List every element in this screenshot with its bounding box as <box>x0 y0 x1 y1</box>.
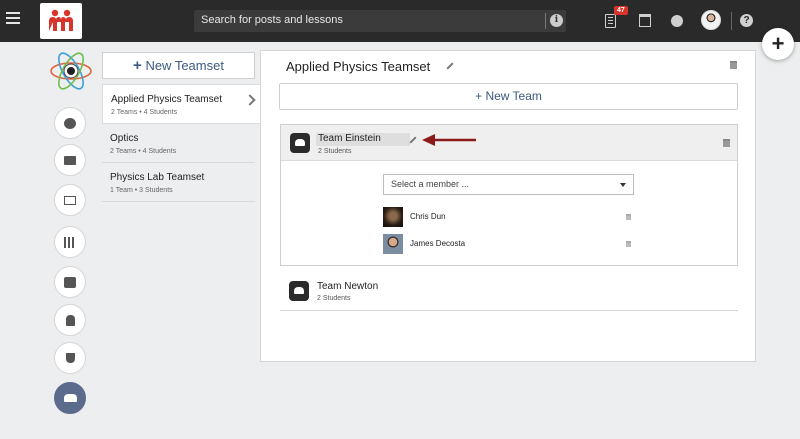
trophy-icon <box>65 353 75 363</box>
team-meta: 2 Students <box>317 295 351 302</box>
notification-badge: 47 <box>614 6 628 15</box>
globe-icon[interactable] <box>671 15 683 27</box>
calendar-icon[interactable] <box>639 14 651 27</box>
rail-members-button[interactable] <box>54 304 86 336</box>
id-card-icon <box>64 195 76 205</box>
member-row: Chris Dun <box>383 207 643 227</box>
create-button[interactable]: + <box>762 28 794 60</box>
member-select-placeholder: Select a member ... <box>391 179 470 189</box>
checkbox-icon <box>64 276 76 288</box>
topbar-divider <box>731 12 732 30</box>
new-team-label: New Team <box>485 89 542 103</box>
caret-down-icon <box>620 183 626 187</box>
teamset-item[interactable]: Optics 2 Teams • 4 Students <box>102 124 255 163</box>
group-icon <box>63 394 77 402</box>
rail-teams-button[interactable] <box>54 382 86 414</box>
teamset-name: Physics Lab Teamset <box>110 172 205 183</box>
rail-assignments-button[interactable] <box>54 266 86 298</box>
teamset-list: Applied Physics Teamset 2 Teams • 4 Stud… <box>102 84 272 202</box>
person-icon <box>65 314 75 326</box>
plus-icon: + <box>133 57 142 74</box>
team-header: Team Einstein 2 Students <box>281 125 737 161</box>
team-name[interactable]: Team Einstein <box>318 133 381 144</box>
class-logo-icon[interactable] <box>48 48 94 94</box>
member-avatar <box>383 234 403 254</box>
rail-folders-button[interactable] <box>54 144 86 176</box>
team-name: Team Newton <box>317 281 379 292</box>
top-bar: Search for posts and lessons i 47 ? <box>0 0 800 42</box>
member-row: James Decosta <box>383 234 643 254</box>
rail-analytics-button[interactable] <box>54 226 86 258</box>
app-logo[interactable] <box>40 3 82 39</box>
member-name: James Decosta <box>410 239 466 248</box>
member-name: Chris Dun <box>410 212 446 221</box>
search-input[interactable]: Search for posts and lessons <box>201 14 343 26</box>
team-group-icon <box>290 133 310 153</box>
teamset-meta: 2 Teams • 4 Students <box>111 109 178 116</box>
teamset-item[interactable]: Applied Physics Teamset 2 Teams • 4 Stud… <box>102 84 272 124</box>
member-avatar <box>383 207 403 227</box>
team-group-icon <box>289 281 309 301</box>
search-bar[interactable]: Search for posts and lessons i <box>194 10 566 32</box>
remove-member-trash-icon[interactable] <box>626 214 631 220</box>
delete-team-trash-icon[interactable] <box>723 139 730 147</box>
assignments-icon[interactable] <box>605 14 616 28</box>
new-teamset-label: New Teamset <box>145 58 224 73</box>
chat-bubble-icon <box>64 117 76 129</box>
teamset-detail-panel: Applied Physics Teamset + New Team Team … <box>260 50 756 362</box>
search-divider <box>545 13 546 29</box>
user-avatar[interactable] <box>701 10 721 30</box>
teamset-name: Optics <box>110 133 139 144</box>
logo-mark-icon <box>49 9 73 31</box>
edit-teamset-pencil-icon[interactable] <box>446 62 454 70</box>
new-team-button[interactable]: + New Team <box>279 83 738 110</box>
new-teamset-button[interactable]: + New Teamset <box>102 52 255 79</box>
info-icon[interactable]: i <box>550 14 563 27</box>
help-icon[interactable]: ? <box>740 14 753 27</box>
folder-icon <box>64 155 76 165</box>
teamset-meta: 2 Teams • 4 Students <box>110 148 177 155</box>
hamburger-menu-icon[interactable] <box>6 12 20 26</box>
team-card: Team Einstein 2 Students Select a member… <box>280 124 738 266</box>
delete-teamset-trash-icon[interactable] <box>730 61 737 69</box>
rail-posts-button[interactable] <box>54 107 86 139</box>
bar-chart-icon <box>64 236 76 248</box>
teamset-item[interactable]: Physics Lab Teamset 1 Team • 3 Students <box>102 163 255 202</box>
edit-team-pencil-icon[interactable] <box>409 136 417 144</box>
rail-achievements-button[interactable] <box>54 342 86 374</box>
member-select[interactable]: Select a member ... <box>383 174 634 195</box>
teamset-title: Applied Physics Teamset <box>286 59 431 74</box>
teamset-meta: 1 Team • 3 Students <box>110 187 173 194</box>
team-row[interactable]: Team Newton 2 Students <box>280 273 738 311</box>
team-meta: 2 Students <box>318 148 352 155</box>
pointer-arrow-icon <box>422 134 476 146</box>
remove-member-trash-icon[interactable] <box>626 241 631 247</box>
rail-gradebook-button[interactable] <box>54 184 86 216</box>
